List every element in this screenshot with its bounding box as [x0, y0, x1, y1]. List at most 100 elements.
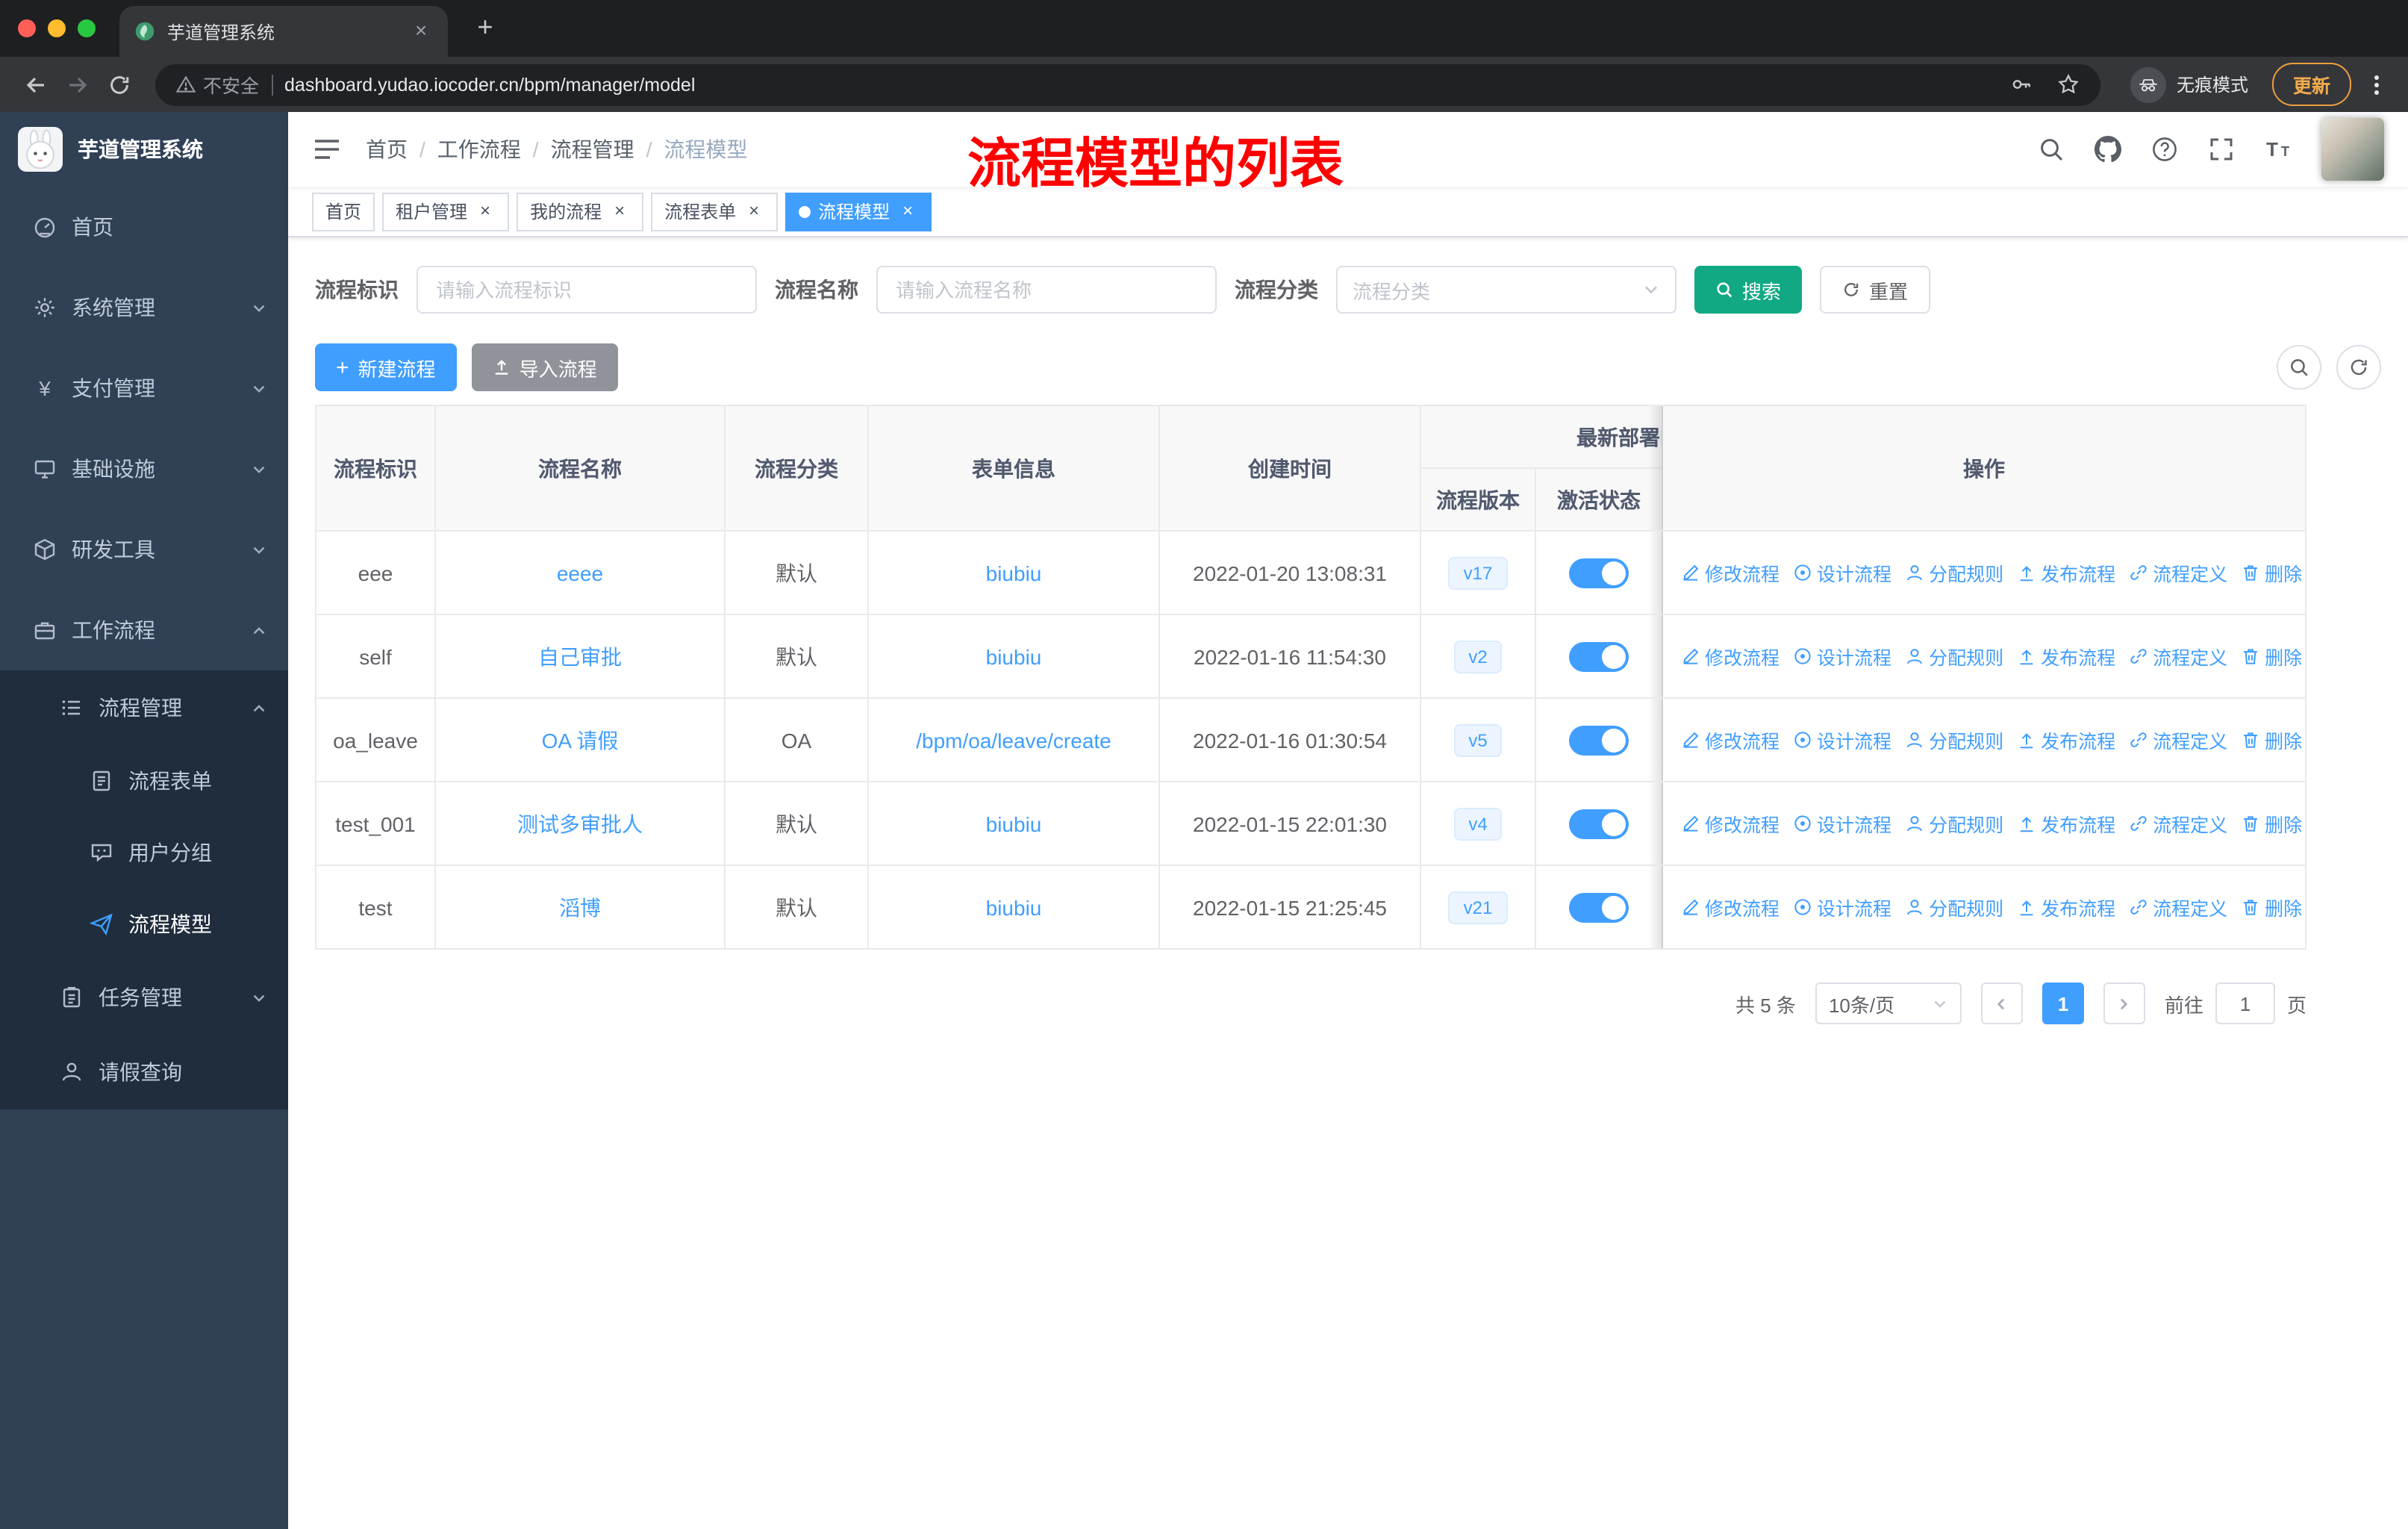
action-definition-link[interactable]: 流程定义: [2129, 726, 2227, 754]
browser-menu-icon[interactable]: [2360, 72, 2393, 96]
fullscreen-icon[interactable]: [2208, 136, 2235, 163]
action-design-link[interactable]: 设计流程: [1793, 809, 1891, 838]
action-delete-link[interactable]: 删除: [2241, 558, 2302, 587]
action-design-link[interactable]: 设计流程: [1793, 558, 1891, 587]
reload-button[interactable]: [99, 63, 140, 105]
password-key-icon[interactable]: [2011, 73, 2033, 96]
action-assign-link[interactable]: 分配规则: [1905, 558, 2003, 587]
action-design-link[interactable]: 设计流程: [1793, 642, 1891, 670]
sidebar-item-home[interactable]: 首页: [0, 187, 288, 267]
action-publish-link[interactable]: 发布流程: [2017, 726, 2115, 754]
minimize-window-button[interactable]: [48, 19, 66, 37]
page-number-button[interactable]: 1: [2042, 983, 2084, 1024]
model-name-link[interactable]: 滔博: [559, 892, 601, 922]
next-page-button[interactable]: [2103, 983, 2145, 1024]
status-toggle[interactable]: [1569, 892, 1629, 922]
action-design-link[interactable]: 设计流程: [1793, 726, 1891, 754]
page-size-select[interactable]: 10条/页: [1815, 983, 1962, 1024]
model-id-input[interactable]: [417, 266, 757, 314]
breadcrumb-item[interactable]: 首页: [366, 134, 408, 164]
form-info-link[interactable]: biubiu: [986, 812, 1042, 835]
action-delete-link[interactable]: 删除: [2241, 642, 2302, 670]
browser-tab[interactable]: 芋道管理系统 ×: [119, 6, 448, 57]
hamburger-icon[interactable]: [312, 134, 342, 164]
tag-close-icon[interactable]: ×: [609, 200, 630, 222]
search-icon[interactable]: [2038, 136, 2065, 163]
model-name-link[interactable]: 测试多审批人: [517, 809, 643, 838]
toggle-search-button[interactable]: [2277, 345, 2321, 390]
refresh-table-button[interactable]: [2336, 345, 2381, 390]
new-tab-button[interactable]: +: [466, 9, 505, 48]
sidebar-item-leave-query[interactable]: 请假查询: [0, 1035, 288, 1109]
status-toggle[interactable]: [1569, 809, 1629, 838]
action-assign-link[interactable]: 分配规则: [1905, 893, 2003, 921]
forward-button[interactable]: [57, 63, 99, 105]
action-assign-link[interactable]: 分配规则: [1905, 642, 2003, 670]
model-name-link[interactable]: 自己审批: [538, 641, 622, 671]
category-select[interactable]: 流程分类: [1336, 266, 1676, 314]
action-assign-link[interactable]: 分配规则: [1905, 726, 2003, 754]
tag[interactable]: 租户管理 ×: [382, 192, 510, 231]
status-toggle[interactable]: [1569, 725, 1629, 755]
tag[interactable]: 首页: [312, 192, 375, 231]
sidebar-item-process-management[interactable]: 流程管理: [0, 670, 288, 745]
action-edit-link[interactable]: 修改流程: [1681, 642, 1780, 670]
sidebar-item-task-management[interactable]: 任务管理: [0, 960, 288, 1035]
tag-close-icon[interactable]: ×: [897, 200, 918, 222]
status-toggle[interactable]: [1569, 641, 1629, 671]
tag[interactable]: 流程表单 ×: [651, 192, 779, 231]
security-indicator[interactable]: 不安全: [176, 70, 259, 99]
tag-close-icon[interactable]: ×: [475, 200, 496, 222]
sidebar-item-user-group[interactable]: 用户分组: [0, 817, 288, 888]
action-definition-link[interactable]: 流程定义: [2129, 558, 2227, 587]
browser-update-button[interactable]: 更新: [2271, 63, 2351, 106]
action-publish-link[interactable]: 发布流程: [2017, 558, 2115, 587]
action-definition-link[interactable]: 流程定义: [2129, 893, 2227, 921]
status-toggle[interactable]: [1569, 558, 1629, 588]
sidebar-item-dev-tools[interactable]: 研发工具: [0, 509, 288, 590]
action-edit-link[interactable]: 修改流程: [1681, 893, 1780, 921]
action-definition-link[interactable]: 流程定义: [2129, 642, 2227, 670]
tag[interactable]: 流程模型 ×: [785, 192, 932, 231]
github-icon[interactable]: [2094, 136, 2121, 163]
sidebar-item-payment[interactable]: ¥ 支付管理: [0, 348, 288, 429]
action-publish-link[interactable]: 发布流程: [2017, 809, 2115, 838]
form-info-link[interactable]: biubiu: [986, 644, 1042, 668]
tag-close-icon[interactable]: ×: [743, 200, 764, 222]
sidebar-item-system[interactable]: 系统管理: [0, 267, 288, 348]
breadcrumb-item[interactable]: 流程管理: [551, 134, 634, 164]
sidebar-item-process-form[interactable]: 流程表单: [0, 745, 288, 817]
action-delete-link[interactable]: 删除: [2241, 726, 2302, 754]
close-window-button[interactable]: [18, 19, 36, 37]
sidebar-item-workflow[interactable]: 工作流程: [0, 590, 288, 670]
tab-close-icon[interactable]: ×: [409, 19, 433, 43]
form-info-link[interactable]: biubiu: [986, 895, 1042, 919]
action-delete-link[interactable]: 删除: [2241, 893, 2302, 921]
import-process-button[interactable]: 导入流程: [471, 343, 618, 391]
goto-page-input[interactable]: [2215, 983, 2275, 1024]
address-bar[interactable]: 不安全 dashboard.yudao.iocoder.cn/bpm/manag…: [155, 63, 2100, 105]
form-info-link[interactable]: biubiu: [986, 561, 1042, 585]
action-edit-link[interactable]: 修改流程: [1681, 558, 1780, 587]
action-publish-link[interactable]: 发布流程: [2017, 893, 2115, 921]
maximize-window-button[interactable]: [78, 19, 96, 37]
model-name-link[interactable]: OA 请假: [542, 725, 619, 755]
reset-button[interactable]: 重置: [1820, 266, 1931, 314]
model-name-input[interactable]: [876, 266, 1217, 314]
search-button[interactable]: 搜索: [1694, 266, 1803, 314]
model-name-link[interactable]: eeee: [557, 561, 603, 585]
action-edit-link[interactable]: 修改流程: [1681, 726, 1780, 754]
form-info-link[interactable]: /bpm/oa/leave/create: [916, 728, 1111, 752]
back-button[interactable]: [15, 63, 57, 105]
sidebar-item-infrastructure[interactable]: 基础设施: [0, 429, 288, 509]
action-delete-link[interactable]: 删除: [2241, 809, 2302, 838]
action-definition-link[interactable]: 流程定义: [2129, 809, 2227, 838]
breadcrumb-item[interactable]: 工作流程: [437, 134, 521, 164]
font-size-icon[interactable]: TT: [2265, 136, 2292, 163]
action-edit-link[interactable]: 修改流程: [1681, 809, 1780, 838]
help-icon[interactable]: [2151, 136, 2178, 163]
action-assign-link[interactable]: 分配规则: [1905, 809, 2003, 838]
sidebar-item-process-model[interactable]: 流程模型: [0, 888, 288, 960]
create-process-button[interactable]: + 新建流程: [315, 343, 457, 391]
action-publish-link[interactable]: 发布流程: [2017, 642, 2115, 670]
